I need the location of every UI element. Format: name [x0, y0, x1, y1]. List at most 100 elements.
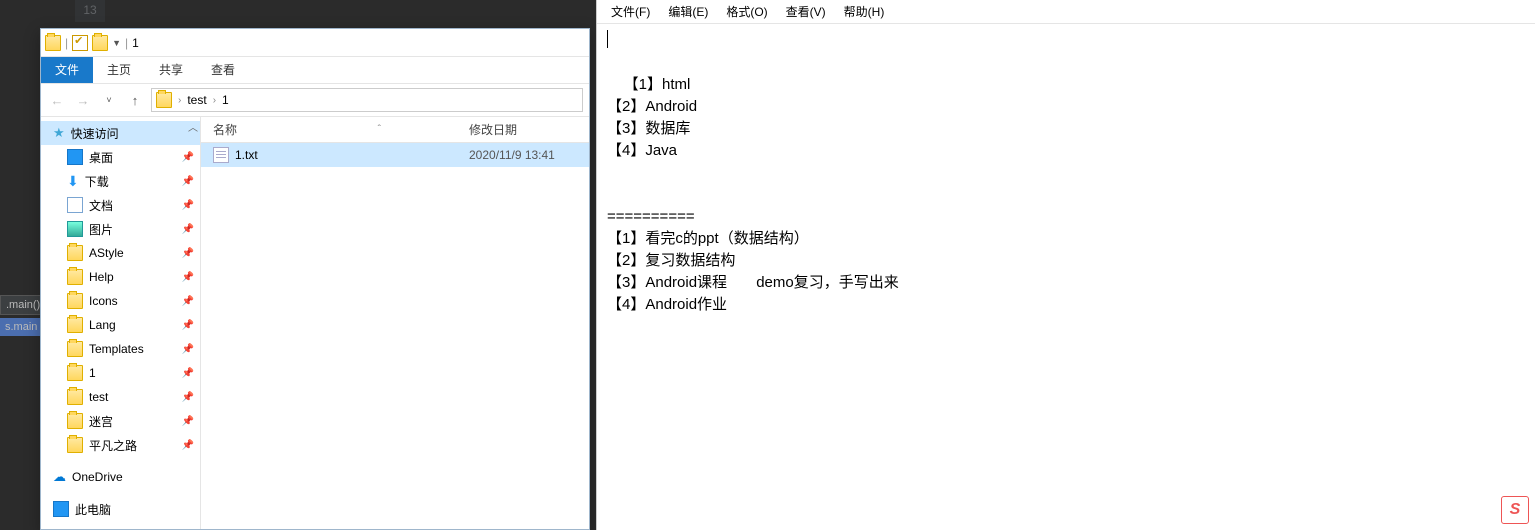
menu-view[interactable]: 查看(V): [778, 1, 834, 22]
nav-recent-dropdown[interactable]: ˅: [99, 90, 119, 110]
pc-icon: [53, 501, 69, 517]
column-name[interactable]: 名称ˆ: [201, 117, 461, 142]
folder-icon: [67, 341, 83, 357]
cloud-icon: ☁: [53, 469, 66, 485]
path-segment-test[interactable]: test: [187, 93, 206, 107]
file-name: 1.txt: [235, 148, 258, 162]
tree-onedrive[interactable]: ☁ OneDrive: [41, 465, 200, 489]
chevron-right-icon: ›: [178, 95, 181, 106]
tree-desktop[interactable]: 桌面 📌: [41, 145, 200, 169]
tree-help[interactable]: Help 📌: [41, 265, 200, 289]
pin-icon: 📌: [182, 320, 194, 331]
pictures-icon: [67, 221, 83, 237]
column-date[interactable]: 修改日期: [461, 117, 589, 142]
tree-label: 下载: [85, 173, 109, 190]
pin-icon: 📌: [182, 392, 194, 403]
folder-icon: [67, 413, 83, 429]
desktop-icon: [67, 149, 83, 165]
tree-pictures[interactable]: 图片 📌: [41, 217, 200, 241]
tree-documents[interactable]: 文档 📌: [41, 193, 200, 217]
tree-label: test: [89, 390, 108, 404]
nav-forward-button[interactable]: →: [73, 90, 93, 110]
pin-icon: 📌: [182, 248, 194, 259]
text-file-icon: [213, 147, 229, 163]
tree-label: OneDrive: [72, 470, 123, 484]
editor-tab-smain[interactable]: s.main: [0, 318, 42, 336]
tree-lang[interactable]: Lang 📌: [41, 313, 200, 337]
tree-label: Help: [89, 270, 114, 284]
file-row[interactable]: 1.txt 2020/11/9 13:41: [201, 143, 589, 167]
tree-label: 快速访问: [71, 125, 119, 142]
ime-indicator[interactable]: S: [1501, 496, 1529, 524]
folder-icon: [67, 293, 83, 309]
column-label: 名称: [213, 121, 237, 138]
path-segment-1[interactable]: 1: [222, 93, 229, 107]
folder-icon: [45, 35, 61, 51]
tree-thispc[interactable]: 此电脑: [41, 497, 200, 521]
tree-icons[interactable]: Icons📌: [41, 289, 200, 313]
tree-label: 文档: [89, 197, 113, 214]
tree-maze[interactable]: 迷宫📌: [41, 409, 200, 433]
pin-icon: 📌: [182, 200, 194, 211]
nav-up-button[interactable]: ↑: [125, 90, 145, 110]
folder-icon: [67, 317, 83, 333]
tree-quick-access[interactable]: ★ 快速访问: [41, 121, 200, 145]
notepad-text-area[interactable]: 【1】html 【2】Android 【3】数据库 【4】Java ======…: [597, 24, 1535, 530]
menu-file[interactable]: 文件(F): [603, 1, 658, 22]
ribbon-tabs: 文件 主页 共享 查看: [41, 57, 589, 83]
document-icon: [67, 197, 83, 213]
address-bar: ← → ˅ ↑ › test › 1: [41, 83, 589, 117]
file-explorer-window: | ▼ | 1 文件 主页 共享 查看 ← → ˅ ↑ › test › 1 ︿…: [40, 28, 590, 530]
path-field[interactable]: › test › 1: [151, 88, 583, 112]
tree-pingfan[interactable]: 平凡之路📌: [41, 433, 200, 457]
tree-templates[interactable]: Templates📌: [41, 337, 200, 361]
tree-label: Lang: [89, 318, 116, 332]
notepad-window: 文件(F) 编辑(E) 格式(O) 查看(V) 帮助(H) 【1】html 【2…: [596, 0, 1535, 530]
pin-icon: 📌: [182, 152, 194, 163]
text-caret: [607, 30, 608, 48]
star-icon: ★: [53, 125, 65, 141]
quick-access-check-icon[interactable]: [72, 35, 88, 51]
explorer-titlebar[interactable]: | ▼ | 1: [41, 29, 589, 57]
editor-line-number: 13: [75, 0, 105, 22]
pin-icon: 📌: [182, 224, 194, 235]
download-icon: ⬇: [67, 173, 79, 190]
explorer-body: ︿ ★ 快速访问 桌面 📌 ⬇ 下载 📌 文档 📌 图片 📌 AStyle📌 Help 📌 I…: [41, 117, 589, 529]
menu-format[interactable]: 格式(O): [718, 1, 775, 22]
tree-downloads[interactable]: ⬇ 下载 📌: [41, 169, 200, 193]
tree-label: 桌面: [89, 149, 113, 166]
titlebar-separator: |: [65, 36, 68, 50]
folder-icon: [67, 389, 83, 405]
tree-scroll-up-icon[interactable]: ︿: [188, 119, 198, 134]
ribbon-tab-home[interactable]: 主页: [93, 57, 145, 83]
nav-tree[interactable]: ︿ ★ 快速访问 桌面 📌 ⬇ 下载 📌 文档 📌 图片 📌 AStyle📌 Help 📌 I…: [41, 117, 201, 529]
tree-label: 迷宫: [89, 413, 113, 430]
tree-label: 平凡之路: [89, 437, 137, 454]
chevron-right-icon: ›: [213, 95, 216, 106]
column-headers[interactable]: 名称ˆ 修改日期: [201, 117, 589, 143]
folder-icon: [67, 245, 83, 261]
file-list: 名称ˆ 修改日期 1.txt 2020/11/9 13:41: [201, 117, 589, 529]
folder-icon: [67, 365, 83, 381]
menu-edit[interactable]: 编辑(E): [660, 1, 716, 22]
tree-astyle[interactable]: AStyle📌: [41, 241, 200, 265]
notepad-content: 【1】html 【2】Android 【3】数据库 【4】Java ======…: [607, 76, 899, 313]
menu-help[interactable]: 帮助(H): [836, 1, 893, 22]
pin-icon: 📌: [182, 272, 194, 283]
titlebar-dropdown-icon[interactable]: ▼: [112, 38, 121, 48]
tree-label: 此电脑: [75, 501, 111, 518]
ribbon-tab-file[interactable]: 文件: [41, 57, 93, 83]
tree-label: 图片: [89, 221, 113, 238]
nav-back-button[interactable]: ←: [47, 90, 67, 110]
tree-label: 1: [89, 366, 96, 380]
folder-icon: [67, 269, 83, 285]
titlebar-separator: |: [125, 36, 128, 50]
tree-label: Templates: [89, 342, 144, 356]
tree-folder-1[interactable]: 1📌: [41, 361, 200, 385]
pin-icon: 📌: [182, 368, 194, 379]
pin-icon: 📌: [182, 176, 194, 187]
ribbon-tab-view[interactable]: 查看: [197, 57, 249, 83]
tree-label: Icons: [89, 294, 118, 308]
ribbon-tab-share[interactable]: 共享: [145, 57, 197, 83]
tree-test[interactable]: test 📌: [41, 385, 200, 409]
